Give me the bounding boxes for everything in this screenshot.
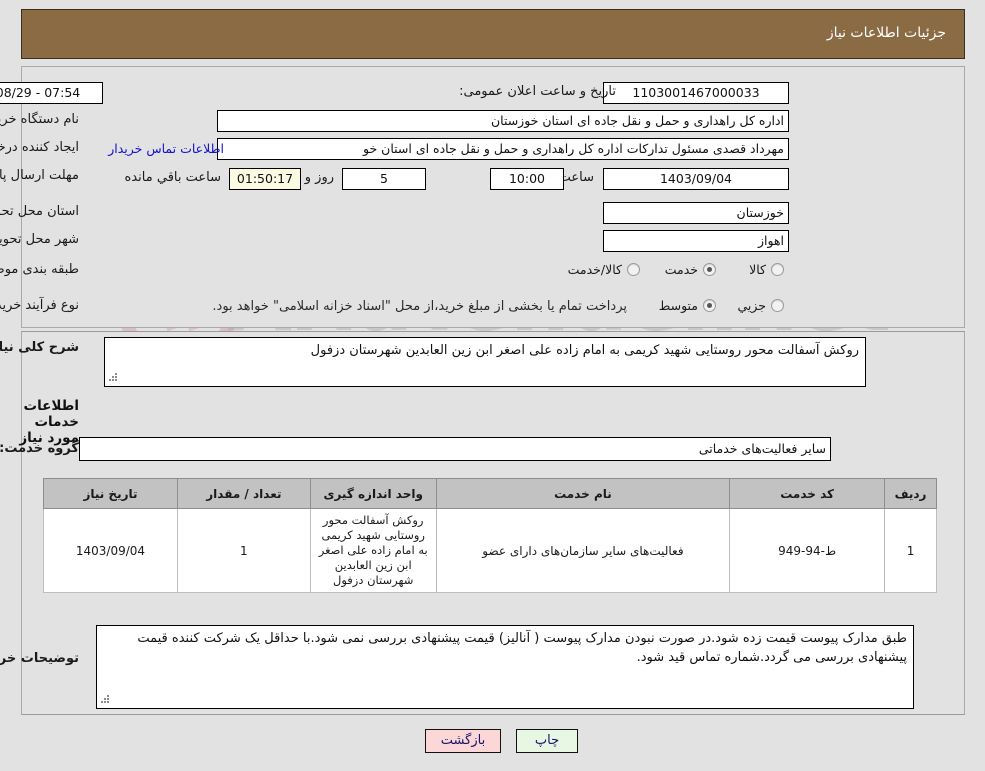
buyer-notes-label: توضیحات خریدار: [0, 651, 80, 666]
cell-service-name: فعالیت‌های سایر سازمان‌های دارای عضو [436, 508, 732, 593]
countdown-label: ساعت باقي مانده [125, 170, 222, 185]
radio-label-khedmat: خدمت [665, 262, 699, 277]
description-label: شرح کلی نیاز: [0, 340, 80, 355]
delivery-city-label: شهر محل تحویل: [0, 232, 80, 247]
deadline-days-value: 5 [343, 168, 427, 190]
buyer-org-label: نام دستگاه خریدار: [0, 112, 80, 127]
back-button[interactable]: بازگشت [426, 729, 502, 753]
page-title: جزئیات اطلاعات نیاز [827, 25, 947, 41]
cell-service-code: ط-94-949 [730, 508, 887, 593]
page-header-bar: جزئیات اطلاعات نیاز [22, 9, 966, 59]
need-number-value: 1103001467000033 [604, 82, 790, 104]
buyer-notes-value: طبق مدارک پیوست قیمت زده شود.در صورت نبو… [138, 631, 908, 665]
radio-label-kala-khedmat: کالا/خدمت [568, 262, 623, 277]
resize-grip-icon[interactable] [108, 373, 120, 385]
deadline-time-value: 10:00 [491, 168, 565, 190]
col-need-date: تاریخ نیاز [44, 478, 179, 509]
radio-category-kala[interactable] [772, 263, 785, 276]
resize-grip-icon[interactable] [100, 695, 112, 707]
purchase-process-label: نوع فرآیند خرید : [0, 298, 80, 313]
buyer-contact-link[interactable]: اطلاعات تماس خریدار [109, 141, 225, 156]
description-textarea[interactable]: روکش آسفالت محور روستایی شهید کریمی به ا… [105, 337, 867, 387]
radio-process-jozi[interactable] [772, 299, 785, 312]
radio-category-khedmat[interactable] [704, 263, 717, 276]
cell-unit: روکش آسفالت محور روستایی شهید کریمی به ا… [310, 508, 438, 593]
need-info-panel [22, 66, 966, 328]
table-row: 1 ط-94-949 فعالیت‌های سایر سازمان‌های دا… [44, 508, 938, 593]
radio-label-motavaset: متوسط [659, 298, 699, 313]
delivery-province-label: استان محل تحویل: [0, 204, 80, 219]
buyer-notes-textarea[interactable]: طبق مدارک پیوست قیمت زده شود.در صورت نبو… [97, 625, 915, 709]
radio-category-kala-khedmat[interactable] [628, 263, 641, 276]
services-section-heading: اطلاعات خدمات مورد نیاز [20, 398, 80, 446]
category-label: طبقه بندی موضوعی: [0, 262, 80, 277]
cell-quantity: 1 [177, 508, 312, 593]
deadline-label: مهلت ارسال پاسخ: تا تاریخ: [0, 168, 80, 183]
table-header-row: ردیف کد خدمت نام خدمت واحد اندازه گیری ت… [44, 478, 938, 509]
radio-label-jozi: جزیي [738, 298, 767, 313]
col-quantity: تعداد / مقدار [177, 478, 312, 509]
services-table: ردیف کد خدمت نام خدمت واحد اندازه گیری ت… [44, 478, 938, 593]
col-service-name: نام خدمت [436, 478, 732, 509]
radio-label-kala: کالا [750, 262, 767, 277]
radio-process-motavaset[interactable] [704, 299, 717, 312]
service-group-label: گروه خدمت: [0, 441, 80, 456]
deadline-days-label: روز و [305, 170, 335, 185]
countdown-value: 01:50:17 [230, 168, 302, 190]
announce-datetime-value: 07:54 - 1403/08/29 [0, 82, 104, 104]
treasury-note: پرداخت تمام یا بخشی از مبلغ خرید،از محل … [213, 299, 628, 314]
print-button[interactable]: چاپ [517, 729, 579, 753]
requester-label: ایجاد کننده درخواست: [0, 140, 80, 155]
cell-need-date: 1403/09/04 [44, 508, 179, 593]
col-index: ردیف [885, 478, 938, 509]
description-value: روکش آسفالت محور روستایی شهید کریمی به ا… [311, 343, 860, 358]
announce-datetime-label: تاریخ و ساعت اعلان عمومی: [460, 84, 617, 99]
deadline-date-value: 1403/09/04 [604, 168, 790, 190]
service-group-value: سایر فعالیت‌های خدماتی [80, 437, 832, 461]
requester-value: مهرداد قصدی مسئول تدارکات اداره کل راهدا… [218, 138, 790, 160]
buyer-org-value: اداره کل راهداری و حمل و نقل جاده ای است… [218, 110, 790, 132]
cell-index: 1 [885, 508, 938, 593]
col-unit: واحد اندازه گیری [310, 478, 438, 509]
col-service-code: کد خدمت [730, 478, 887, 509]
delivery-city-value: اهواز [604, 230, 790, 252]
delivery-province-value: خوزستان [604, 202, 790, 224]
